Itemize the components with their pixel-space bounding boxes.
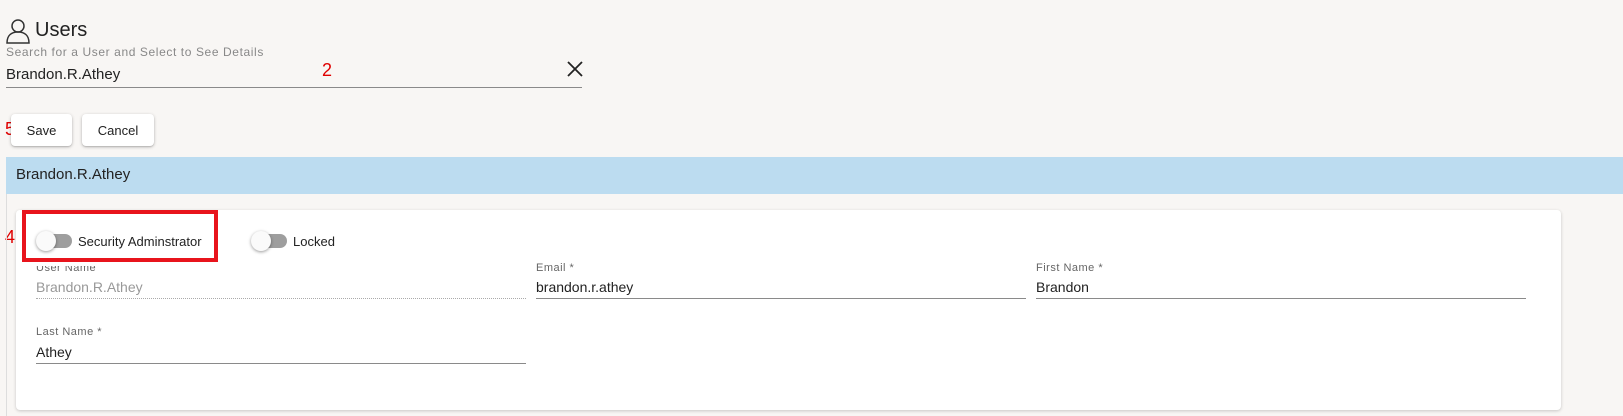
search-input[interactable] — [6, 61, 582, 88]
user-details-card — [16, 210, 1561, 410]
highlight-box — [22, 210, 218, 262]
first-name-field[interactable] — [1036, 276, 1526, 299]
selected-user-name: Brandon.R.Athey — [16, 166, 131, 183]
locked-toggle[interactable] — [251, 231, 291, 251]
page-title: Users — [35, 19, 88, 41]
cancel-button[interactable]: Cancel — [82, 114, 154, 146]
last-name-field[interactable] — [36, 341, 526, 364]
search-label: Search for a User and Select to See Deta… — [6, 45, 264, 59]
annotation-number: 2 — [322, 60, 333, 80]
email-field[interactable] — [536, 276, 1026, 299]
selected-user-header[interactable] — [6, 157, 1623, 194]
user-outline-icon — [6, 19, 30, 44]
last-name-label: Last Name * — [36, 326, 103, 338]
email-label: Email * — [536, 262, 575, 274]
close-icon[interactable] — [563, 57, 587, 81]
toggle-knob — [251, 231, 271, 251]
user-name-field — [36, 276, 526, 299]
save-button[interactable]: Save — [11, 114, 72, 146]
locked-label: Locked — [293, 234, 335, 249]
first-name-label: First Name * — [1036, 262, 1104, 274]
divider — [6, 194, 7, 416]
